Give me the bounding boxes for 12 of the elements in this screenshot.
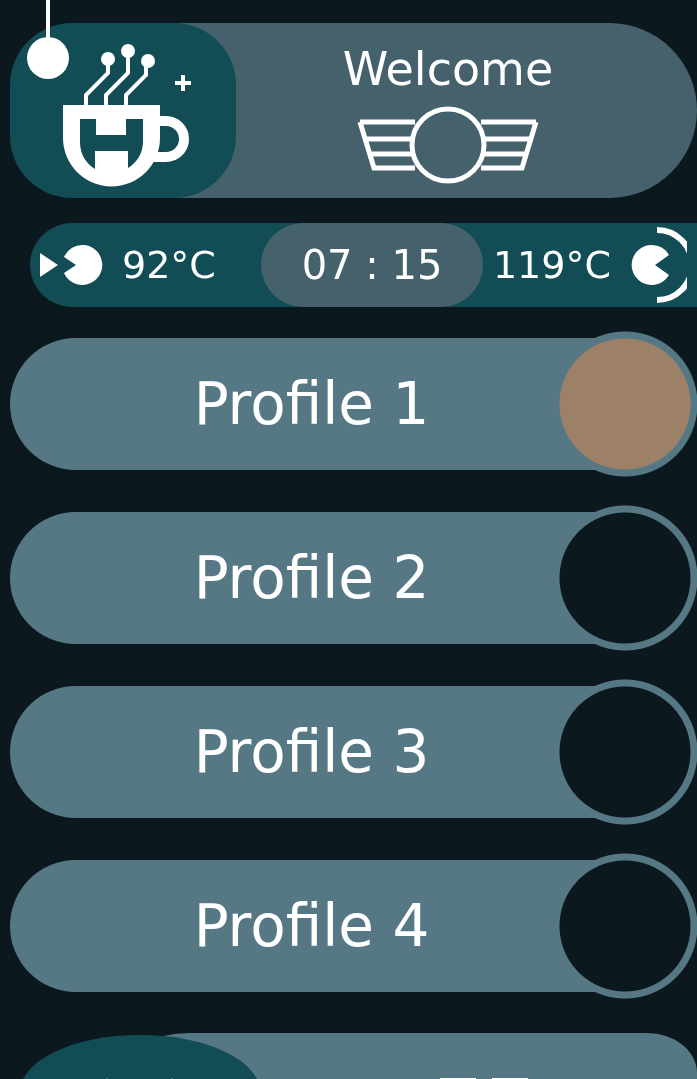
winged-badge-icon [357,105,539,185]
profile-button[interactable]: Profile 3 [10,686,553,818]
profile-button[interactable]: Profile 2 [10,512,553,644]
profile-button[interactable]: Profile 1 [10,338,553,470]
end-temperature: 119°C [492,243,611,287]
pin-icon [26,0,70,80]
welcome-title: Welcome [342,41,554,97]
pacman-icon [629,227,687,303]
play-pacman-icon [40,243,104,287]
time-display: 07 : 15 [261,223,483,307]
start-temperature: 92°C [122,243,216,287]
profile-button[interactable]: Profile 4 [10,860,553,992]
